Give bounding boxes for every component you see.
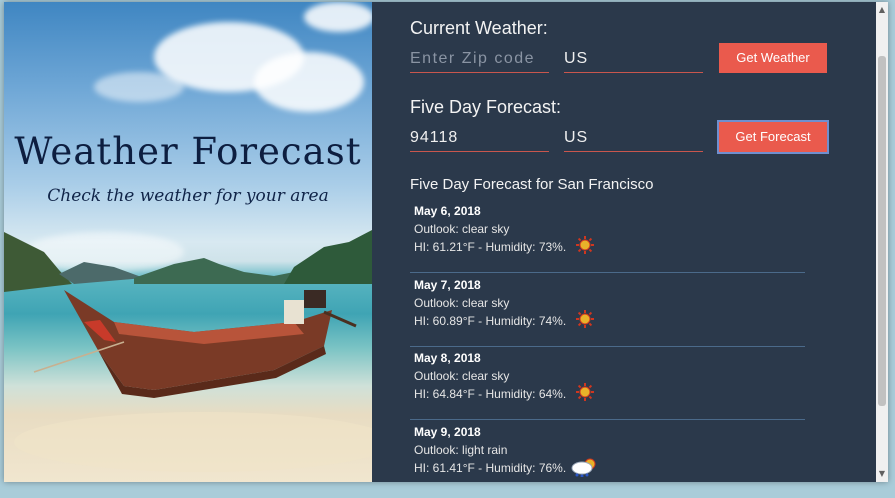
forecast-date: May 8, 2018: [414, 351, 481, 365]
get-forecast-button[interactable]: Get Forecast: [717, 120, 829, 154]
scrollbar-thumb[interactable]: [878, 56, 886, 406]
five-day-heading: Five Day Forecast:: [410, 97, 562, 117]
forecast-outlook: Outlook: light rain: [414, 443, 508, 457]
boat-graphic: [14, 290, 372, 472]
hero-title: Weather Forecast: [14, 130, 362, 173]
forecast-day: May 7, 2018 Outlook: clear sky HI: 60.89…: [410, 274, 805, 347]
forecast-outlook: Outlook: clear sky: [414, 222, 510, 236]
sun-icon: [576, 383, 594, 401]
sun-icon: [576, 236, 594, 254]
forecast-day: May 9, 2018 Outlook: light rain HI: 61.4…: [410, 421, 805, 482]
sun-icon: [576, 310, 594, 328]
forecast-stats: HI: 60.89°F - Humidity: 74%.: [414, 314, 567, 328]
forecast-stats: HI: 61.41°F - Humidity: 76%.: [414, 461, 567, 475]
forecast-stats: HI: 61.21°F - Humidity: 73%.: [414, 240, 567, 254]
current-country-input[interactable]: [564, 46, 703, 73]
scroll-up-icon[interactable]: ▲: [876, 4, 888, 16]
vertical-scrollbar[interactable]: ▲ ▼: [876, 2, 888, 482]
forecast-stats: HI: 64.84°F - Humidity: 64%.: [414, 387, 567, 401]
hero-subtitle: Check the weather for your area: [47, 186, 329, 206]
forecast-outlook: Outlook: clear sky: [414, 369, 510, 383]
forecast-day: May 8, 2018 Outlook: clear sky HI: 64.84…: [410, 347, 805, 420]
forecast-date: May 9, 2018: [414, 425, 481, 439]
forecast-zip-input[interactable]: [410, 125, 549, 152]
weather-panel: Current Weather: Get Weather Five Day Fo…: [372, 2, 876, 482]
get-weather-button[interactable]: Get Weather: [719, 43, 827, 73]
app-window: Weather Forecast Check the weather for y…: [4, 2, 888, 482]
scroll-down-icon[interactable]: ▼: [876, 468, 888, 480]
hero-image: Weather Forecast Check the weather for y…: [4, 2, 372, 482]
forecast-country-input[interactable]: [564, 125, 703, 152]
forecast-date: May 7, 2018: [414, 278, 481, 292]
forecast-date: May 6, 2018: [414, 204, 481, 218]
current-weather-heading: Current Weather:: [410, 18, 548, 38]
current-zip-input[interactable]: [410, 46, 549, 73]
forecast-title: Five Day Forecast for San Francisco: [410, 176, 654, 193]
forecast-day: May 6, 2018 Outlook: clear sky HI: 61.21…: [410, 200, 805, 273]
rain-cloud-icon: [571, 458, 596, 477]
forecast-outlook: Outlook: clear sky: [414, 296, 510, 310]
